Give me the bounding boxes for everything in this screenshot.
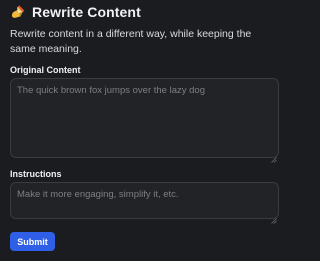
- page-title: Rewrite Content: [32, 4, 141, 20]
- instructions-resize-handle[interactable]: [271, 211, 277, 224]
- submit-button[interactable]: Submit: [10, 232, 55, 251]
- panel-header: Rewrite Content: [10, 3, 141, 21]
- instructions-label: Instructions: [10, 169, 62, 179]
- writing-hand-icon: [10, 4, 26, 20]
- original-content-resize-handle[interactable]: [271, 150, 277, 163]
- original-content-input[interactable]: [10, 78, 279, 158]
- rewrite-content-panel: Rewrite Content Rewrite content in a dif…: [0, 0, 285, 261]
- page-description: Rewrite content in a different way, whil…: [10, 28, 252, 55]
- instructions-input[interactable]: [10, 182, 279, 219]
- original-content-label: Original Content: [10, 65, 81, 75]
